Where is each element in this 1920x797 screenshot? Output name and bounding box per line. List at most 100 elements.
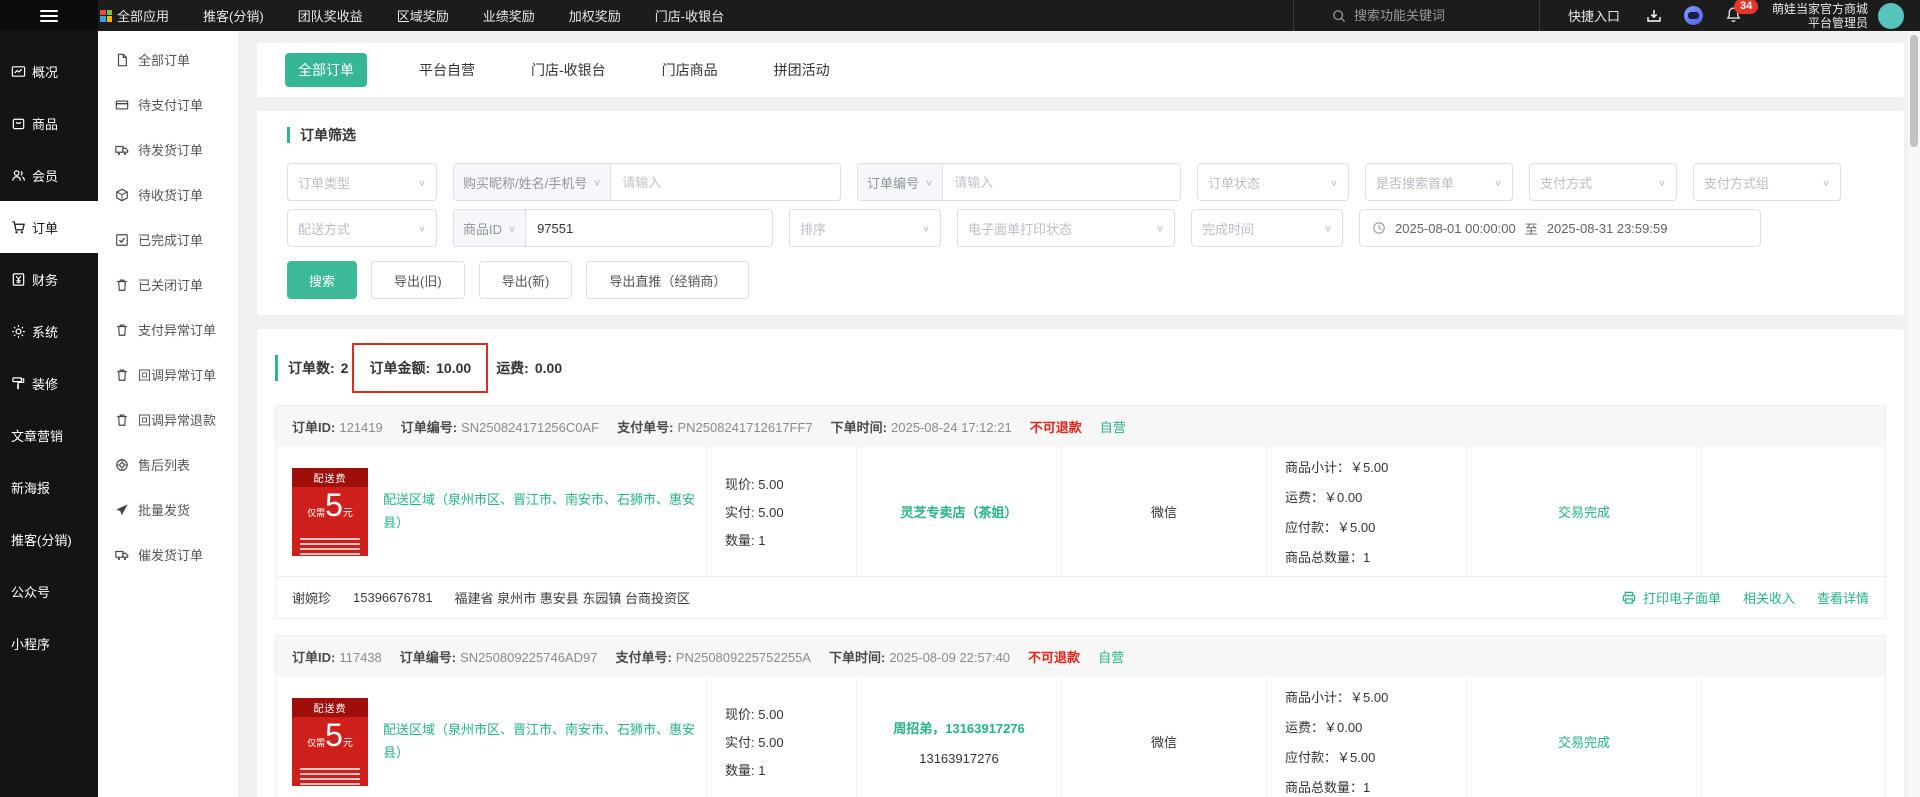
order-status-select[interactable]: 订单状态 ∨ (1197, 163, 1349, 201)
user-menu[interactable]: 萌娃当家官方商城 平台管理员 (1772, 2, 1868, 30)
page-scrollbar[interactable] (1908, 31, 1920, 797)
store-name-link[interactable]: 周招弟，13163917276 (893, 718, 1025, 737)
tab-all-orders[interactable]: 全部订单 (285, 53, 367, 87)
submenu-after-sale[interactable]: 售后列表 (98, 442, 238, 487)
sidebar-item-decorate[interactable]: 装修 (0, 357, 98, 409)
order-no-field-select[interactable]: 订单编号 ∨ (858, 164, 944, 200)
pay-way-group-select[interactable]: 支付方式组 ∨ (1693, 163, 1841, 201)
submenu-callback-exception[interactable]: 回调异常订单 (98, 352, 238, 397)
freight-stat: 运费: 0.00 (496, 360, 563, 376)
submenu-batch-delivery[interactable]: 批量发货 (98, 487, 238, 532)
sidebar-item-mini-program[interactable]: 小程序 (0, 617, 98, 669)
filter-row-1: 订单类型∨ 购买昵称/姓名/手机号∨ 订单编号∨ 订单状态∨ 是否搜索首单∨ 支… (287, 163, 1874, 201)
chevron-down-icon: ∨ (921, 223, 930, 234)
top-menu-all-apps[interactable]: 全部应用 (100, 6, 169, 25)
goods-icon (12, 118, 25, 129)
top-menu-region-reward[interactable]: 区域奖励 (397, 6, 449, 25)
submenu-pending-payment[interactable]: 待支付订单 (98, 82, 238, 127)
submenu-pending-receipt[interactable]: 待收货订单 (98, 172, 238, 217)
hamburger-menu-button[interactable] (0, 0, 98, 31)
buyer-search-input[interactable] (611, 164, 840, 200)
sidebar-item-finance[interactable]: 财务 (0, 253, 98, 305)
product-name-link[interactable]: 配送区域（泉州市区、晋江市、南安市、石狮市、惠安县） (383, 489, 696, 533)
chevron-down-icon: ∨ (1493, 177, 1502, 188)
submenu-urge-delivery[interactable]: 催发货订单 (98, 532, 238, 577)
submenu-label: 回调异常退款 (138, 413, 217, 428)
tab-store-cashier[interactable]: 门店-收银台 (527, 53, 610, 87)
chevron-down-icon: ∨ (925, 177, 934, 188)
submenu-closed[interactable]: 已关闭订单 (98, 262, 238, 307)
order-no-input[interactable] (943, 164, 1180, 200)
sidebar-item-new-poster[interactable]: 新海报 (0, 461, 98, 513)
first-order-select[interactable]: 是否搜索首单 ∨ (1365, 163, 1513, 201)
top-menu-label: 推客(分销) (203, 9, 264, 24)
product-image[interactable]: 配送费 仅需5元 (292, 697, 368, 786)
sidebar-item-distribution[interactable]: 推客(分销) (0, 513, 98, 565)
goods-id-field-select[interactable]: 商品ID ∨ (454, 210, 527, 246)
notification-badge: 34 (1733, 0, 1759, 14)
notifications-button[interactable]: 34 (1725, 0, 1759, 26)
top-menu-weighted-reward[interactable]: 加权奖励 (569, 6, 621, 25)
product-name-link[interactable]: 配送区域（泉州市区、晋江市、南安市、石狮市、惠安县） (383, 719, 696, 763)
submenu-label: 批量发货 (138, 503, 191, 518)
export-old-button[interactable]: 导出(旧) (371, 261, 465, 299)
tab-store-goods[interactable]: 门店商品 (658, 53, 722, 87)
sidebar-item-members[interactable]: 会员 (0, 149, 98, 201)
actions-cell (1701, 447, 1885, 576)
goods-id-group: 商品ID ∨ (453, 209, 773, 247)
submenu-label: 待发货订单 (138, 143, 204, 158)
top-menu: 全部应用 推客(分销) 团队奖收益 区域奖励 业绩奖励 加权奖励 门店-收银台 (100, 6, 724, 25)
related-income-link[interactable]: 相关收入 (1743, 588, 1795, 607)
product-image[interactable]: 配送费 仅需5元 (292, 467, 368, 556)
sort-select[interactable]: 排序 ∨ (789, 209, 941, 247)
divider (1538, 0, 1540, 31)
pay-method-cell: 微信 (1061, 447, 1266, 576)
sidebar-item-system[interactable]: 系统 (0, 305, 98, 357)
sidebar-item-goods[interactable]: 商品 (0, 97, 98, 149)
assistant-button[interactable] (1683, 6, 1703, 25)
delivery-way-select[interactable]: 配送方式 ∨ (287, 209, 437, 247)
order-sn: SN250824171256C0AF (461, 420, 600, 435)
order-type-select[interactable]: 订单类型 ∨ (287, 163, 437, 201)
search-button[interactable]: 搜索 (287, 261, 358, 299)
sidebar-item-orders[interactable]: 订单 (0, 201, 98, 253)
view-detail-link[interactable]: 查看详情 (1817, 588, 1869, 607)
submenu-completed[interactable]: 已完成订单 (98, 217, 238, 262)
submenu-callback-refund[interactable]: 回调异常退款 (98, 397, 238, 442)
pay-way-select[interactable]: 支付方式 ∨ (1529, 163, 1677, 201)
avatar[interactable] (1878, 2, 1904, 29)
tab-group-activity[interactable]: 拼团活动 (770, 53, 834, 87)
topbar-search[interactable] (1294, 8, 1539, 23)
submenu-all-orders[interactable]: 全部订单 (98, 37, 238, 82)
tab-platform-self[interactable]: 平台自营 (415, 53, 479, 87)
download-button[interactable] (1646, 8, 1662, 24)
order-pay-no: PN2508241712617FF7 (677, 420, 813, 435)
submenu-pending-delivery[interactable]: 待发货订单 (98, 127, 238, 172)
export-new-button[interactable]: 导出(新) (478, 261, 573, 299)
filter-title: 订单筛选 (287, 127, 1874, 143)
store-name-link[interactable]: 灵芝专卖店（茶姐） (900, 502, 1017, 521)
order-body: 配送费 仅需5元 配送区域（泉州市区、晋江市、南安市、石狮市、惠安县） 现价: … (276, 447, 1885, 576)
finish-time-select[interactable]: 完成时间 ∨ (1191, 209, 1343, 247)
eprint-status-select[interactable]: 电子面单打印状态 ∨ (957, 209, 1175, 247)
top-menu-store-cashier[interactable]: 门店-收银台 (655, 6, 724, 25)
top-menu-team-reward[interactable]: 团队奖收益 (298, 6, 363, 25)
goods-id-input[interactable] (526, 210, 772, 246)
print-eorder-link[interactable]: 打印电子面单 (1621, 588, 1721, 607)
sidebar-item-official-account[interactable]: 公众号 (0, 565, 98, 617)
scrollbar-thumb[interactable] (1910, 35, 1918, 147)
sidebar-item-overview[interactable]: 概况 (0, 45, 98, 97)
date-separator: 至 (1524, 221, 1538, 237)
buyer-field-select[interactable]: 购买昵称/姓名/手机号 ∨ (454, 164, 612, 200)
top-menu-performance-reward[interactable]: 业绩奖励 (483, 6, 535, 25)
order-time: 2025-08-24 17:12:21 (891, 420, 1012, 435)
date-range-picker[interactable]: 2025-08-01 00:00:00 至 2025-08-31 23:59:5… (1359, 209, 1761, 247)
top-menu-distribution[interactable]: 推客(分销) (203, 6, 264, 25)
submenu-payment-exception[interactable]: 支付异常订单 (98, 307, 238, 352)
sidebar-label: 商品 (32, 116, 59, 132)
sidebar-item-article-marketing[interactable]: 文章营销 (0, 409, 98, 461)
sidebar-label: 订单 (32, 220, 59, 236)
export-direct-button[interactable]: 导出直推（经销商） (586, 261, 750, 299)
quick-entry-link[interactable]: 快捷入口 (1568, 6, 1620, 25)
function-search-input[interactable] (1353, 8, 1504, 23)
